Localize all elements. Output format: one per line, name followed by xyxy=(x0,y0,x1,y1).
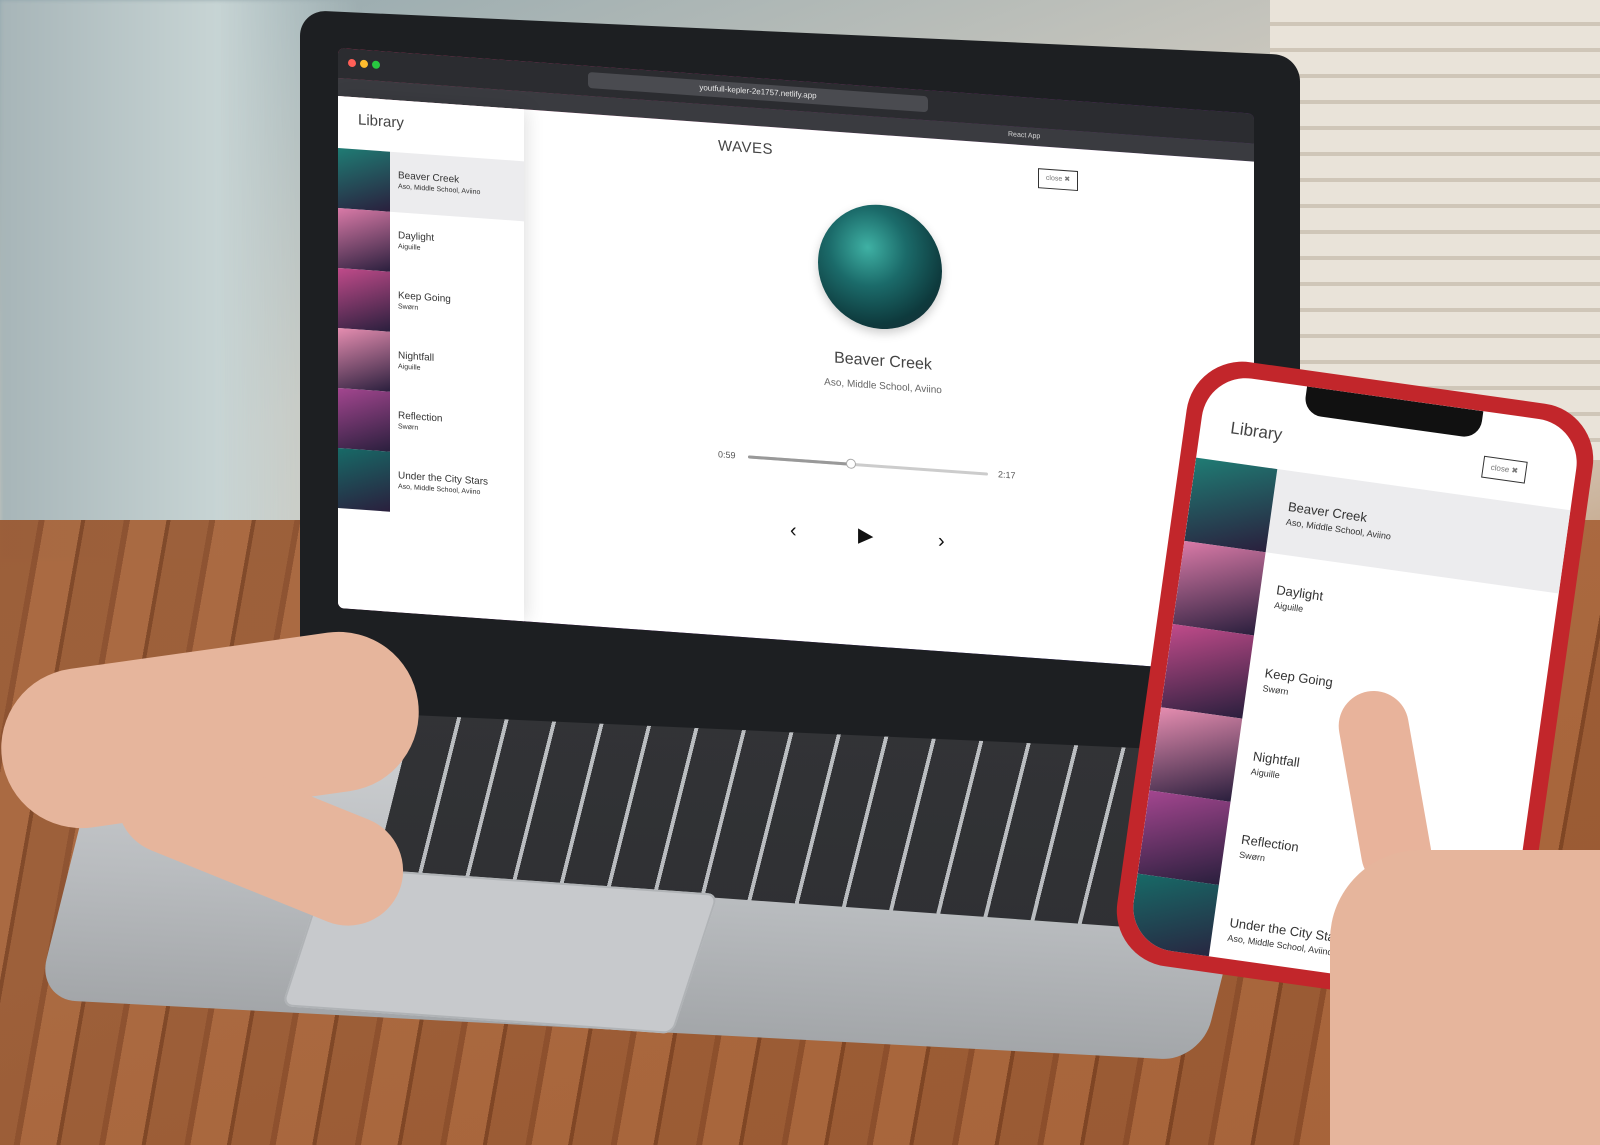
progress-knob[interactable] xyxy=(846,458,857,470)
waves-app: Library Beaver Creek Aso, Middle School, … xyxy=(338,96,1254,674)
progress-slider[interactable] xyxy=(748,455,988,476)
library-close-button[interactable]: close ✖ xyxy=(1038,168,1078,192)
skip-back-icon[interactable]: ‹ xyxy=(790,519,797,541)
close-icon: ✖ xyxy=(1510,465,1519,476)
song-thumbnail xyxy=(1127,873,1219,969)
song-thumbnail xyxy=(338,268,390,332)
song-thumbnail xyxy=(338,328,390,392)
mobile-library-title: Library xyxy=(1229,418,1284,445)
song-item-name: Keep Going xyxy=(398,290,451,306)
song-artist: Aso, Middle School, Aviino xyxy=(824,376,942,397)
song-item-artist: Swørn xyxy=(398,303,419,312)
minimize-window-icon[interactable] xyxy=(360,59,368,69)
song-item-name: Nightfall xyxy=(398,350,435,364)
phone-notch xyxy=(1303,386,1484,439)
close-icon: ✖ xyxy=(1064,176,1071,184)
close-window-icon[interactable] xyxy=(348,58,356,68)
maximize-window-icon[interactable] xyxy=(372,60,380,70)
progress-fill xyxy=(748,455,852,466)
song-thumbnail xyxy=(338,388,390,452)
album-cover xyxy=(818,200,942,334)
song-item-artist: Aiguille xyxy=(1250,766,1281,781)
close-label: close xyxy=(1045,174,1063,183)
song-item-artist: Aiguille xyxy=(1273,600,1304,614)
song-thumbnail xyxy=(1149,707,1243,802)
song-thumbnail xyxy=(1172,540,1266,636)
song-thumbnail xyxy=(1161,624,1254,719)
library-title: Library xyxy=(358,111,404,132)
song-item-artist: Swørn xyxy=(398,423,419,432)
song-item-artist: Aso, Middle School, Aviino xyxy=(398,183,481,197)
mobile-close-label: close xyxy=(1490,462,1510,475)
song-thumbnail xyxy=(338,148,390,212)
song-item-artist: Aiguille xyxy=(398,363,421,372)
song-thumbnail xyxy=(1137,790,1231,885)
tab-react-app[interactable]: React App xyxy=(1008,129,1040,143)
library-sidebar: Library Beaver Creek Aso, Middle School, … xyxy=(338,96,524,622)
song-item-artist: Aiguille xyxy=(398,243,421,252)
duration: 2:17 xyxy=(998,469,1016,481)
song-thumbnail xyxy=(338,208,390,272)
mobile-close-button[interactable]: close ✖ xyxy=(1481,455,1528,484)
nav-title: WAVES xyxy=(718,137,774,159)
song-item-artist: Swørn xyxy=(1238,849,1266,864)
song-title: Beaver Creek xyxy=(834,349,932,374)
song-item-artist: Swørn xyxy=(1261,683,1290,697)
song-item-name: Reflection xyxy=(398,410,443,425)
song-item-name: Daylight xyxy=(398,230,435,244)
song-item[interactable]: Under the City Stars Aso, Middle School, … xyxy=(338,448,524,521)
play-icon[interactable]: ▶ xyxy=(858,524,873,547)
skip-forward-icon[interactable]: › xyxy=(938,530,945,552)
song-thumbnail xyxy=(1184,457,1278,553)
current-time: 0:59 xyxy=(718,449,736,461)
right-hand xyxy=(1330,850,1600,1145)
song-thumbnail xyxy=(338,448,390,512)
laptop-screen: youtfull-kepler-2e1757.netlify.app React… xyxy=(338,48,1254,674)
